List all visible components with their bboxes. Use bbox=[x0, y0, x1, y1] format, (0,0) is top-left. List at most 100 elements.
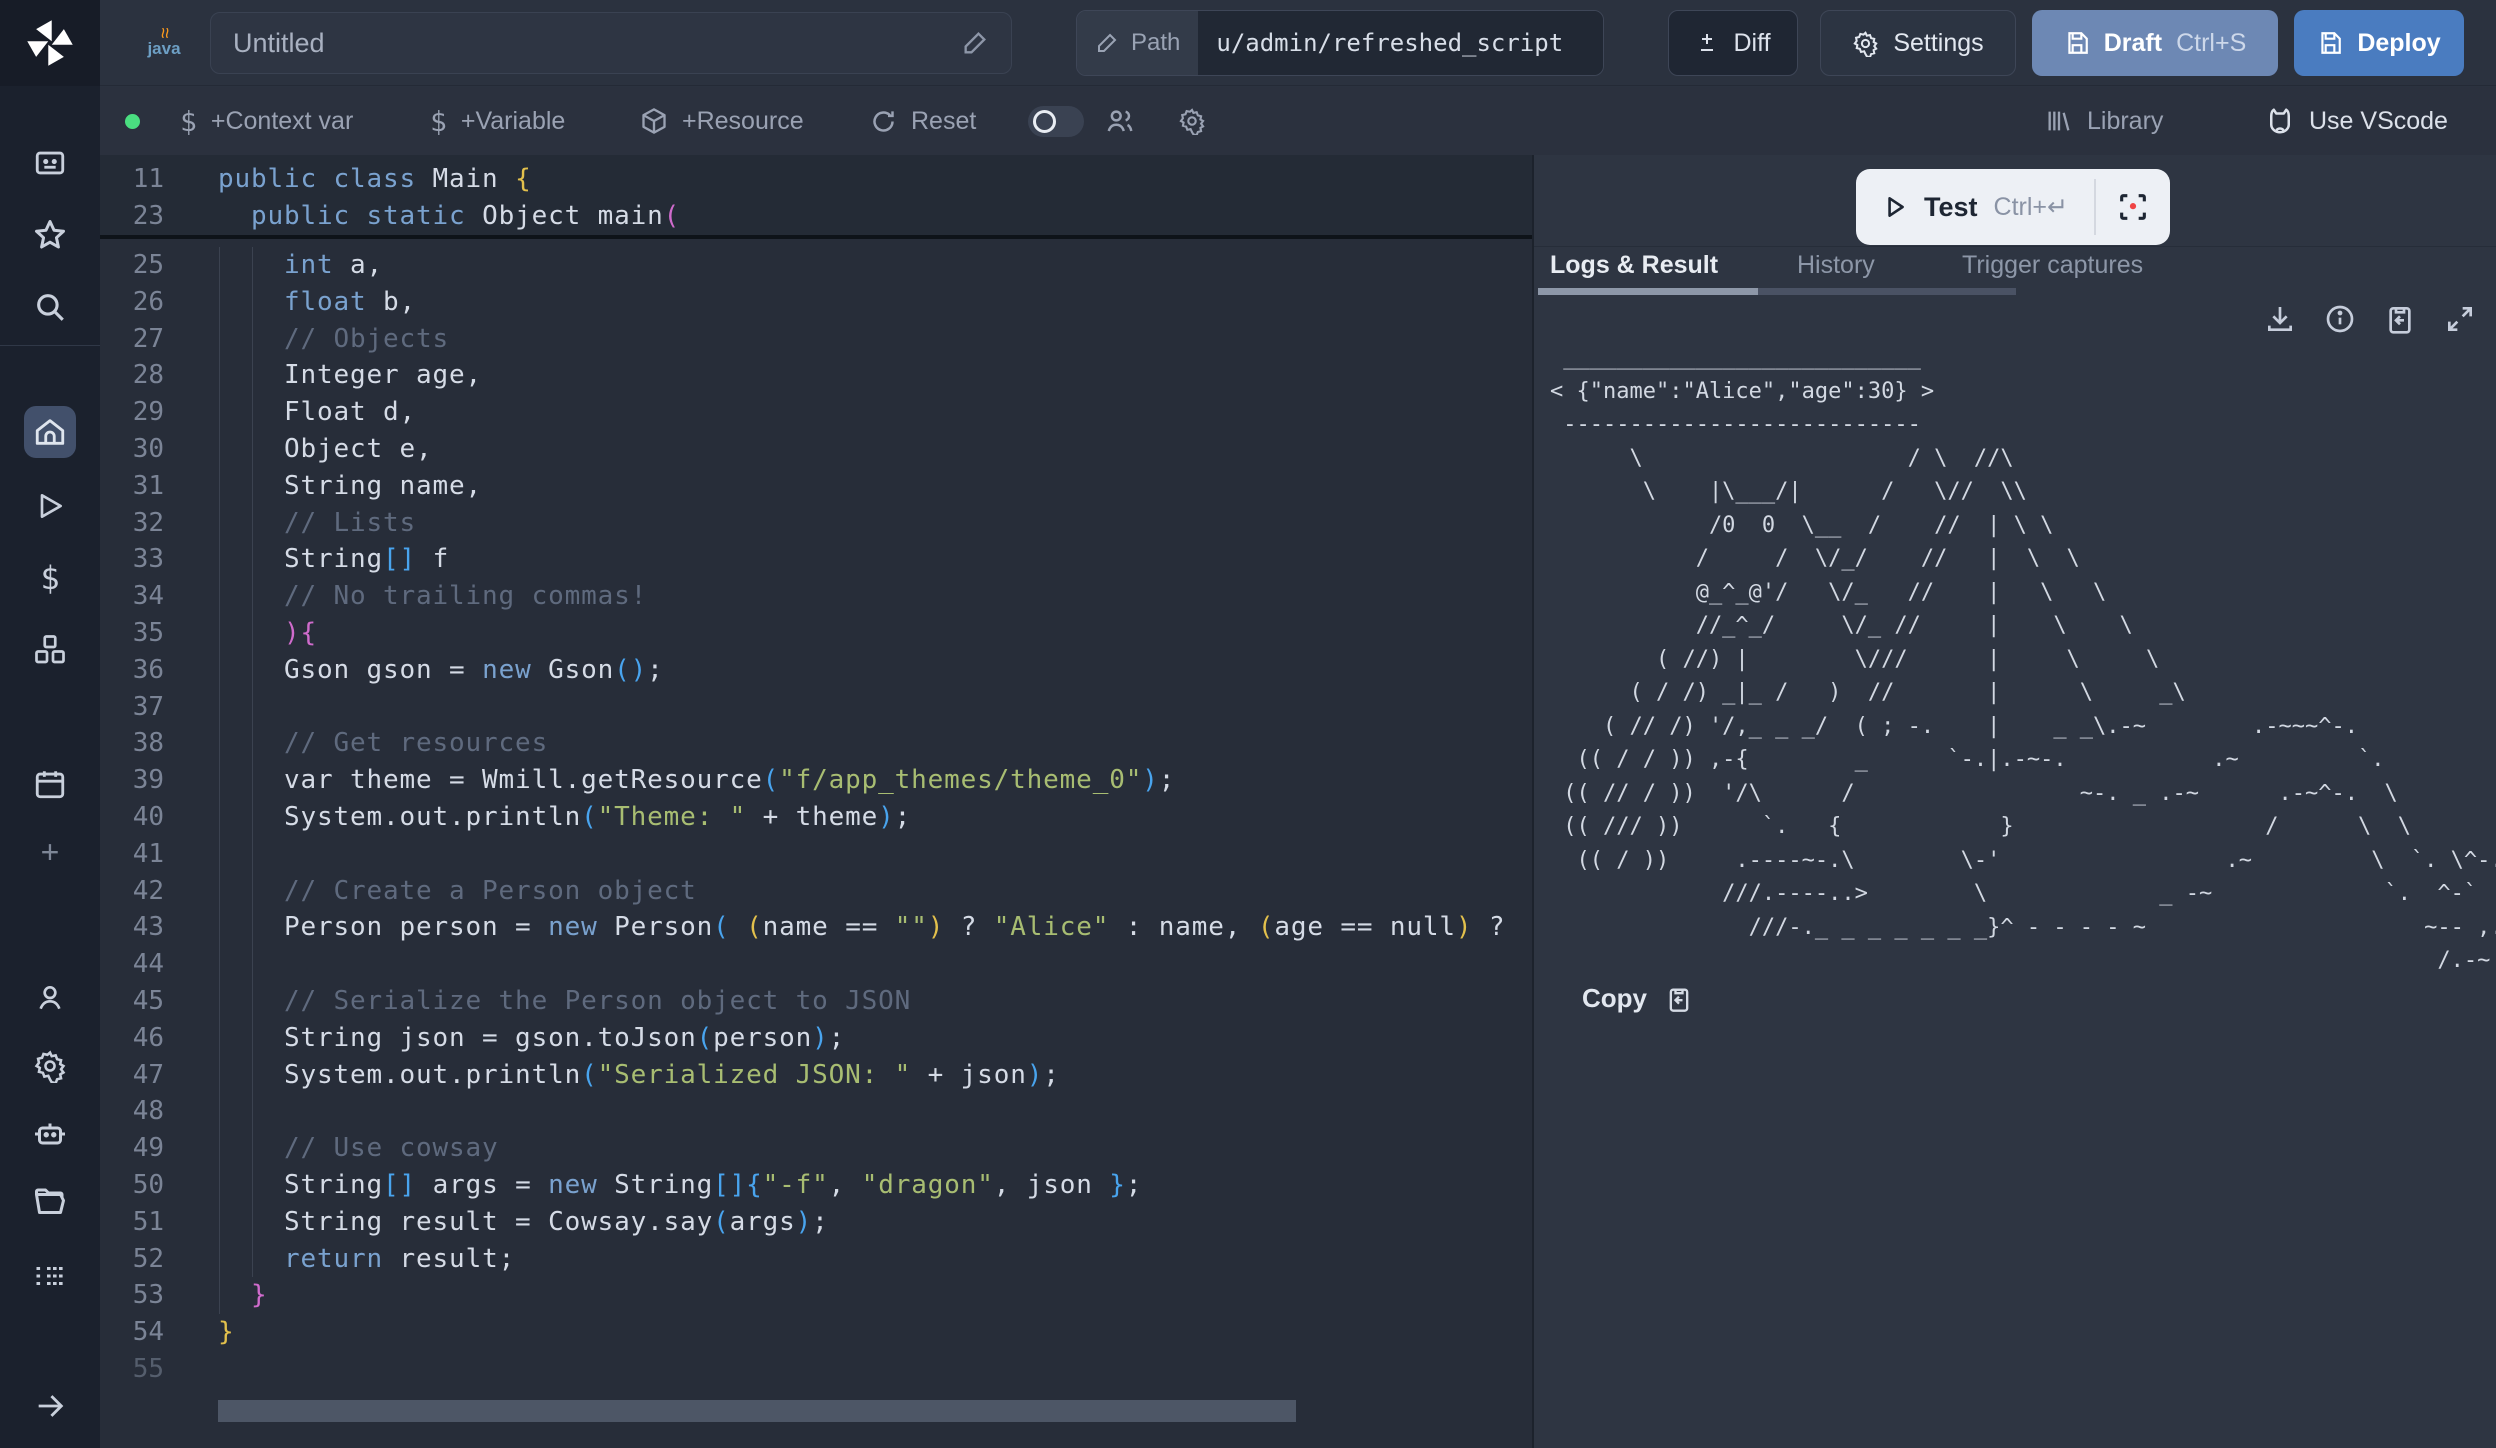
cubes-icon bbox=[32, 632, 68, 668]
code-line[interactable]: 39 var theme = Wmill.getResource("f/app_… bbox=[100, 762, 1532, 799]
result-info-button[interactable] bbox=[2322, 301, 2358, 337]
code-line[interactable]: 48 bbox=[100, 1093, 1532, 1130]
code-line[interactable]: 45 // Serialize the Person object to JSO… bbox=[100, 983, 1532, 1020]
reset-button[interactable]: Reset bbox=[870, 87, 976, 155]
code-line[interactable]: 50 String[] args = new String[]{"-f", "d… bbox=[100, 1167, 1532, 1204]
code-line[interactable]: 30 Object e, bbox=[100, 431, 1532, 468]
library-button[interactable]: Library bbox=[2045, 87, 2163, 155]
code-line[interactable]: 34 // No trailing commas! bbox=[100, 578, 1532, 615]
collaborators-button[interactable] bbox=[1105, 87, 1135, 155]
code-line[interactable]: 32 // Lists bbox=[100, 504, 1532, 541]
tab-logs-result[interactable]: Logs & Result bbox=[1550, 251, 1718, 280]
sidebar-item-folders[interactable] bbox=[24, 1176, 76, 1228]
code-line[interactable]: 33 String[] f bbox=[100, 541, 1532, 578]
sidebar-item-workers[interactable] bbox=[24, 1108, 76, 1160]
use-vscode-button[interactable]: Use VScode bbox=[2265, 87, 2448, 155]
sidebar-item-resources[interactable] bbox=[24, 624, 76, 676]
settings-button[interactable]: Settings bbox=[1820, 10, 2016, 76]
line-number: 53 bbox=[100, 1280, 164, 1310]
add-context-var-button[interactable]: $ +Context var bbox=[180, 87, 353, 155]
mode-toggle[interactable] bbox=[1028, 106, 1084, 137]
add-resource-button[interactable]: +Resource bbox=[640, 87, 804, 155]
code-text: String result = Cowsay.say(args); bbox=[218, 1207, 829, 1237]
sidebar-item-add[interactable]: + bbox=[24, 826, 76, 878]
capture-frame-icon bbox=[2116, 190, 2150, 224]
code-line[interactable]: 11public class Main { bbox=[100, 161, 1532, 198]
sidebar-item-settings[interactable] bbox=[24, 1040, 76, 1092]
sidebar-item-schedules[interactable] bbox=[24, 758, 76, 810]
code-line[interactable]: 27 // Objects bbox=[100, 320, 1532, 357]
code-line[interactable]: 49 // Use cowsay bbox=[100, 1130, 1532, 1167]
dollar-icon: $ bbox=[180, 105, 197, 138]
save-icon bbox=[2064, 30, 2090, 56]
code-text: public class Main { bbox=[218, 164, 532, 194]
code-line[interactable]: 26 float b, bbox=[100, 283, 1532, 320]
edit-title-icon[interactable] bbox=[961, 29, 989, 57]
add-variable-button[interactable]: $ +Variable bbox=[430, 87, 565, 155]
code-line[interactable]: 43 Person person = new Person( (name == … bbox=[100, 909, 1532, 946]
code-text: System.out.println("Theme: " + theme); bbox=[218, 802, 911, 832]
indent-guide bbox=[252, 247, 253, 1277]
download-result-button[interactable] bbox=[2262, 301, 2298, 337]
code-line[interactable]: 40 System.out.println("Theme: " + theme)… bbox=[100, 799, 1532, 836]
sidebar-item-home[interactable] bbox=[24, 406, 76, 458]
code-line[interactable]: 35 ){ bbox=[100, 615, 1532, 652]
line-number: 38 bbox=[100, 728, 164, 758]
line-number: 51 bbox=[100, 1207, 164, 1237]
code-lines[interactable]: 25 int a,26 float b,27 // Objects28 Inte… bbox=[100, 247, 1532, 1388]
script-title-input[interactable]: Untitled bbox=[210, 12, 1012, 74]
code-line[interactable]: 38 // Get resources bbox=[100, 725, 1532, 762]
sidebar-item-runs[interactable] bbox=[24, 480, 76, 532]
sidebar-item-logs[interactable] bbox=[24, 1250, 76, 1302]
deploy-button[interactable]: Deploy bbox=[2294, 10, 2464, 76]
copy-result-json-button[interactable] bbox=[2382, 301, 2418, 337]
code-text: // Objects bbox=[218, 324, 449, 354]
capture-button[interactable] bbox=[2096, 169, 2170, 245]
sidebar-item-favorites[interactable] bbox=[24, 209, 76, 261]
code-line[interactable]: 23 public static Object main( bbox=[100, 198, 1532, 235]
code-line[interactable]: 46 String json = gson.toJson(person); bbox=[100, 1019, 1532, 1056]
code-line[interactable]: 37 bbox=[100, 688, 1532, 725]
expand-result-button[interactable] bbox=[2442, 301, 2478, 337]
line-number: 33 bbox=[100, 544, 164, 574]
path-field[interactable]: Path u/admin/refreshed_script bbox=[1076, 10, 1604, 76]
line-number: 45 bbox=[100, 986, 164, 1016]
path-label-segment[interactable]: Path bbox=[1077, 11, 1198, 75]
code-text: String json = gson.toJson(person); bbox=[218, 1023, 845, 1053]
code-editor[interactable]: 11public class Main {23 public static Ob… bbox=[100, 155, 1532, 1448]
code-line[interactable]: 53 } bbox=[100, 1277, 1532, 1314]
code-line[interactable]: 54} bbox=[100, 1314, 1532, 1351]
diff-button[interactable]: Diff bbox=[1668, 10, 1798, 76]
code-line[interactable]: 36 Gson gson = new Gson(); bbox=[100, 651, 1532, 688]
code-line[interactable]: 55 bbox=[100, 1351, 1532, 1388]
sidebar-expand-button[interactable] bbox=[24, 1380, 76, 1432]
code-text: ){ bbox=[218, 618, 317, 648]
line-number: 46 bbox=[100, 1023, 164, 1053]
copy-output-button[interactable]: Copy bbox=[1582, 983, 1693, 1014]
code-line[interactable]: 52 return result; bbox=[100, 1240, 1532, 1277]
draft-button[interactable]: Draft Ctrl+S bbox=[2032, 10, 2278, 76]
test-shortcut: Ctrl+↵ bbox=[1994, 192, 2068, 222]
sidebar-item-terminal-bot[interactable] bbox=[24, 137, 76, 189]
line-number: 40 bbox=[100, 802, 164, 832]
code-line[interactable]: 31 String name, bbox=[100, 467, 1532, 504]
code-line[interactable]: 28 Integer age, bbox=[100, 357, 1532, 394]
test-button[interactable]: Test Ctrl+↵ bbox=[1856, 169, 2094, 245]
code-line[interactable]: 41 bbox=[100, 835, 1532, 872]
line-number: 52 bbox=[100, 1244, 164, 1274]
editor-settings-button[interactable] bbox=[1178, 87, 1206, 155]
horizontal-scrollbar[interactable] bbox=[218, 1400, 1296, 1422]
code-line[interactable]: 29 Float d, bbox=[100, 394, 1532, 431]
sidebar-item-variables[interactable]: $ bbox=[24, 552, 76, 604]
code-line[interactable]: 42 // Create a Person object bbox=[100, 872, 1532, 909]
code-line[interactable]: 47 System.out.println("Serialized JSON: … bbox=[100, 1056, 1532, 1093]
tab-history[interactable]: History bbox=[1797, 251, 1875, 280]
code-line[interactable]: 51 String result = Cowsay.say(args); bbox=[100, 1203, 1532, 1240]
tab-trigger-captures[interactable]: Trigger captures bbox=[1962, 251, 2143, 280]
sticky-scroll-header[interactable]: 11public class Main {23 public static Ob… bbox=[100, 155, 1532, 239]
code-line[interactable]: 44 bbox=[100, 946, 1532, 983]
code-line[interactable]: 25 int a, bbox=[100, 247, 1532, 284]
sidebar-item-user[interactable] bbox=[24, 972, 76, 1024]
sidebar-item-search[interactable] bbox=[24, 281, 76, 333]
windmill-logo[interactable] bbox=[0, 0, 100, 86]
